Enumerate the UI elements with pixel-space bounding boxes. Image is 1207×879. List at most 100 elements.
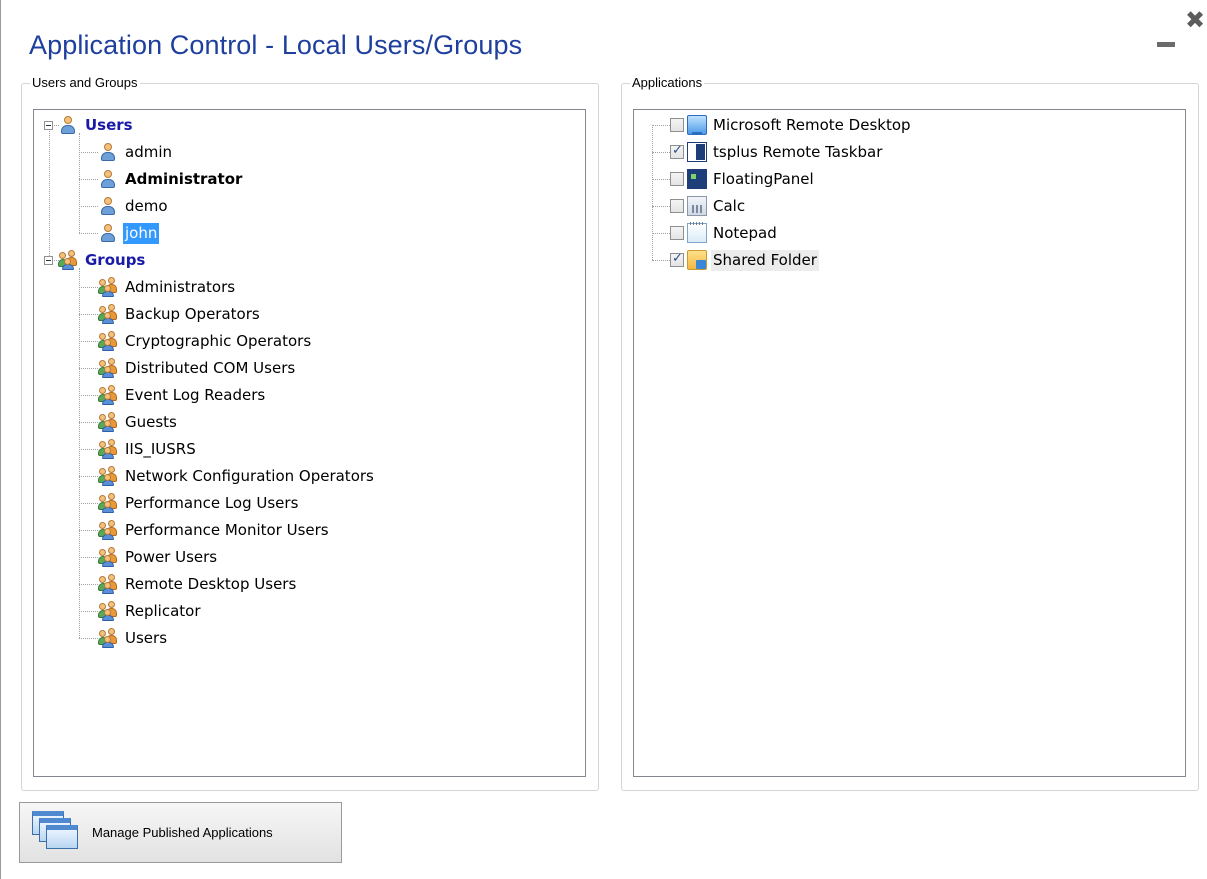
collapse-toggle[interactable]	[44, 121, 53, 130]
tree-item-user-john[interactable]: john	[98, 221, 160, 245]
manage-published-applications-label: Manage Published Applications	[92, 825, 273, 840]
taskbar-icon	[687, 142, 707, 162]
minimize-icon[interactable]	[1157, 42, 1175, 47]
users-groups-legend: Users and Groups	[30, 75, 140, 91]
user-icon	[98, 169, 118, 189]
tree-item-group[interactable]: Administrators	[98, 275, 237, 299]
tree-item-label: Event Log Readers	[125, 385, 266, 404]
applications-legend: Applications	[630, 75, 705, 91]
tree-item-user-admin[interactable]: admin	[98, 140, 174, 164]
tree-item-label: IIS_IUSRS	[125, 439, 196, 458]
tree-item-label: Power Users	[125, 547, 218, 566]
tree-connector	[79, 133, 80, 233]
tree-item-label: Groups	[85, 250, 146, 269]
tree-connector	[79, 557, 98, 558]
application-item[interactable]: Calc	[670, 194, 747, 218]
application-label: Shared Folder	[711, 249, 819, 271]
application-label: Notepad	[713, 223, 777, 242]
tree-item-label: Guests	[125, 412, 177, 431]
user-icon	[98, 142, 118, 162]
tree-connector	[652, 260, 670, 261]
tree-connector	[54, 260, 59, 261]
tree-connector	[79, 530, 98, 531]
application-checkbox[interactable]	[670, 199, 684, 213]
tree-connector	[652, 152, 670, 153]
tree-item-group[interactable]: Performance Monitor Users	[98, 518, 331, 542]
close-icon[interactable]: ✖	[1185, 8, 1205, 32]
group-icon	[98, 439, 118, 459]
application-item[interactable]: Shared Folder	[670, 248, 819, 272]
application-label: Calc	[713, 196, 746, 215]
user-icon	[98, 196, 118, 216]
tree-item-label: admin	[125, 142, 172, 161]
user-icon	[58, 115, 78, 135]
group-icon	[98, 520, 118, 540]
tree-connector	[79, 449, 98, 450]
tree-item-label: Performance Monitor Users	[125, 520, 329, 539]
application-item[interactable]: Microsoft Remote Desktop	[670, 113, 913, 137]
application-item[interactable]: Notepad	[670, 221, 779, 245]
tree-connector	[79, 503, 98, 504]
application-item[interactable]: tsplus Remote Taskbar	[670, 140, 884, 164]
tree-item-group[interactable]: Power Users	[98, 545, 219, 569]
group-icon	[98, 601, 118, 621]
applications-tree[interactable]: Microsoft Remote Desktop tsplus Remote Ta…	[633, 109, 1186, 777]
application-item[interactable]: FloatingPanel	[670, 167, 816, 191]
tree-item-label: Backup Operators	[125, 304, 260, 323]
tree-node-groups[interactable]: Groups	[58, 248, 147, 272]
tree-item-group[interactable]: Network Configuration Operators	[98, 464, 376, 488]
tree-item-group[interactable]: Guests	[98, 410, 179, 434]
group-icon	[98, 277, 118, 297]
collapse-toggle[interactable]	[44, 256, 53, 265]
tree-item-group[interactable]: Performance Log Users	[98, 491, 300, 515]
group-icon	[98, 385, 118, 405]
shared-folder-icon	[687, 250, 707, 270]
tree-node-users[interactable]: Users	[58, 113, 135, 137]
tree-item-group[interactable]: Users	[98, 626, 169, 650]
tree-connector	[79, 368, 98, 369]
notepad-icon	[687, 222, 707, 243]
application-checkbox[interactable]	[670, 118, 684, 132]
user-icon	[98, 223, 118, 243]
tree-connector	[79, 341, 98, 342]
tree-connector	[79, 179, 98, 180]
application-label: tsplus Remote Taskbar	[713, 142, 883, 161]
tree-connector	[79, 638, 98, 639]
tree-item-user-demo[interactable]: demo	[98, 194, 170, 218]
tree-connector	[49, 131, 50, 256]
floating-panel-icon	[687, 169, 707, 189]
tree-item-label: Cryptographic Operators	[125, 331, 312, 350]
tree-item-group[interactable]: Remote Desktop Users	[98, 572, 298, 596]
tree-item-label: demo	[125, 196, 168, 215]
group-icon	[98, 574, 118, 594]
tree-connector	[79, 422, 98, 423]
tree-connector	[79, 233, 98, 234]
application-checkbox[interactable]	[670, 226, 684, 240]
users-groups-tree[interactable]: Users admin Administrator demo john Groups Adm…	[33, 109, 586, 777]
application-control-window: Application Control - Local Users/Groups…	[0, 0, 1207, 879]
manage-published-applications-button[interactable]: Manage Published Applications	[19, 802, 342, 863]
calculator-icon	[687, 196, 707, 216]
application-checkbox[interactable]	[670, 172, 684, 186]
tree-item-label: Performance Log Users	[125, 493, 299, 512]
application-checkbox[interactable]	[670, 251, 684, 267]
application-checkbox[interactable]	[670, 143, 684, 159]
tree-item-group[interactable]: Replicator	[98, 599, 203, 623]
tree-item-label: Replicator	[125, 601, 201, 620]
tree-item-group[interactable]: Cryptographic Operators	[98, 329, 313, 353]
tree-item-group[interactable]: Backup Operators	[98, 302, 262, 326]
tree-connector	[652, 233, 670, 234]
tree-item-user-administrator[interactable]: Administrator	[98, 167, 244, 191]
tree-item-group[interactable]: IIS_IUSRS	[98, 437, 198, 461]
tree-item-label: Network Configuration Operators	[125, 466, 374, 485]
tree-connector	[79, 476, 98, 477]
window-title: Application Control - Local Users/Groups	[29, 30, 523, 60]
tree-connector	[652, 125, 653, 260]
group-icon	[98, 628, 118, 648]
tree-connector	[652, 179, 670, 180]
applications-groupbox: Applications Microsoft Remote Desktop tsp…	[621, 75, 1199, 791]
tree-item-group[interactable]: Event Log Readers	[98, 383, 267, 407]
group-icon	[98, 304, 118, 324]
tree-item-group[interactable]: Distributed COM Users	[98, 356, 297, 380]
group-icon	[98, 493, 118, 513]
